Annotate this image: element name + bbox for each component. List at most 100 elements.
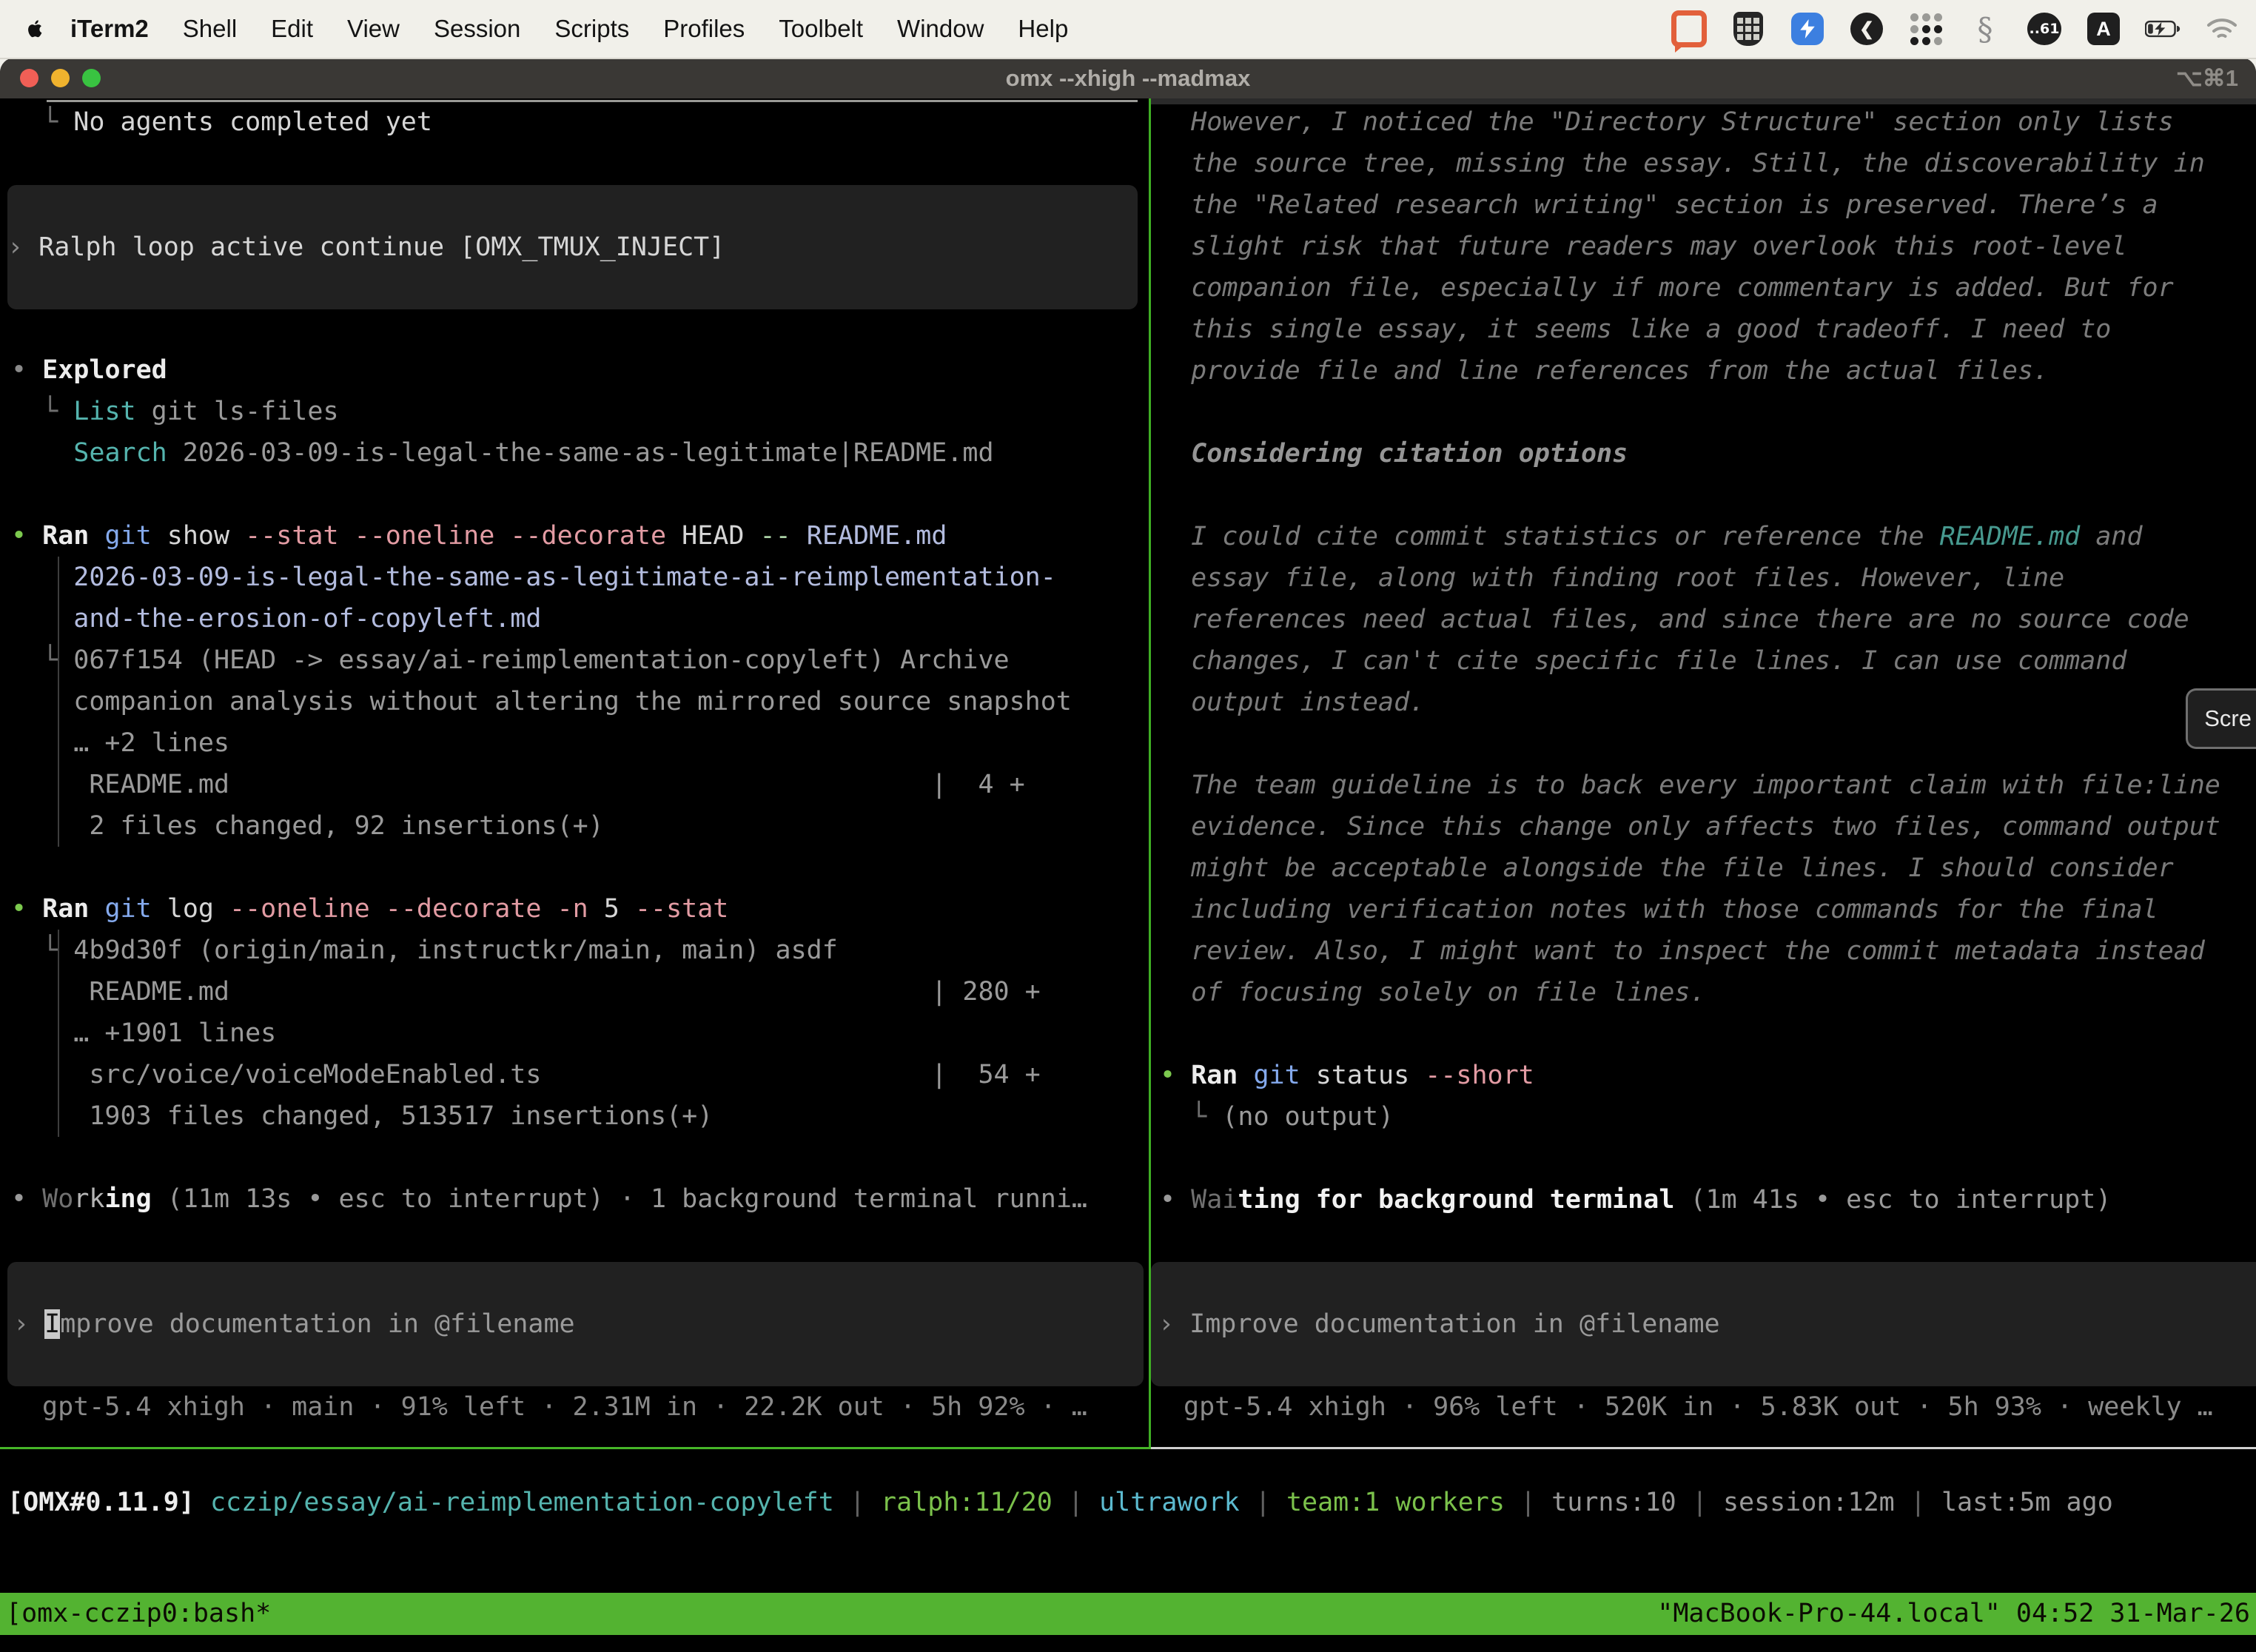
- ralph-loop-banner: › Ralph loop active continue [OMX_TMUX_I…: [7, 185, 1138, 309]
- terminal-row: provide file and line references from th…: [1160, 350, 2256, 392]
- wifi-icon[interactable]: [2204, 11, 2240, 47]
- terminal-row: 2026-03-09-is-legal-the-same-as-legitima…: [11, 557, 1149, 598]
- terminal-row: • Explored: [11, 349, 1149, 391]
- terminal-row: › Ralph loop active continue [OMX_TMUX_I…: [7, 226, 725, 268]
- terminal-row: [1160, 474, 2256, 516]
- tmux-host-time: "MacBook-Pro-44.local" 04:52 31-Mar-26: [1657, 1593, 2250, 1635]
- omx-status-bar: [OMX#0.11.9] cczip/essay/ai-reimplementa…: [7, 1482, 2256, 1523]
- terminal-row: └ 067f154 (HEAD -> essay/ai-reimplementa…: [11, 639, 1149, 681]
- menu-item-toolbelt[interactable]: Toolbelt: [762, 15, 880, 43]
- window-shortcut-badge: ⌥⌘1: [2176, 65, 2238, 92]
- right-pane-bottom-border: [1151, 1447, 2256, 1449]
- menu-item-shell[interactable]: Shell: [166, 15, 254, 43]
- bolt-app-icon[interactable]: [1790, 11, 1825, 47]
- terminal-row: The team guideline is to back every impo…: [1160, 765, 2256, 806]
- terminal-row: [1160, 392, 2256, 433]
- terminal-row: 1903 files changed, 513517 insertions(+): [11, 1095, 1149, 1137]
- terminal-row: [1160, 1138, 2256, 1179]
- terminal-row: references need actual files, and since …: [1160, 599, 2256, 640]
- menu-item-profiles[interactable]: Profiles: [646, 15, 762, 43]
- menu-item-window[interactable]: Window: [880, 15, 1001, 43]
- zoom-window-button[interactable]: [82, 69, 101, 87]
- terminal-row: • Ran git status --short: [1160, 1055, 2256, 1096]
- terminal-row: changes, I can't cite specific file line…: [1160, 640, 2256, 682]
- terminal-row: › Improve documentation in @filename: [1158, 1303, 1720, 1345]
- terminal-row: Search 2026-03-09-is-legal-the-same-as-l…: [11, 432, 1149, 474]
- terminal-row: companion analysis without altering the …: [11, 681, 1149, 722]
- terminal-row: and-the-erosion-of-copyleft.md: [11, 598, 1149, 639]
- terminal-row: [11, 1137, 1149, 1178]
- terminal-row: However, I noticed the "Directory Struct…: [1160, 101, 2256, 143]
- right-terminal-pane[interactable]: However, I noticed the "Directory Struct…: [1151, 98, 2256, 1447]
- terminal-row: └ List git ls-files: [11, 391, 1149, 432]
- left-status-line: gpt-5.4 xhigh · main · 91% left · 2.31M …: [42, 1386, 1087, 1428]
- terminal-row: I could cite commit statistics or refere…: [1160, 516, 2256, 557]
- dots-grid-icon[interactable]: [1908, 11, 1944, 47]
- terminal-row: README.md | 280 +: [11, 971, 1149, 1013]
- left-output-top: └ No agents completed yet: [0, 101, 1149, 143]
- terminal-row: └ 4b9d30f (origin/main, instructkr/main,…: [11, 930, 1149, 971]
- terminal-row: › Improve documentation in @filename: [13, 1303, 575, 1345]
- window-title-bar[interactable]: omx --xhigh --madmax ⌥⌘1: [0, 58, 2256, 98]
- chevron-circle-icon[interactable]: ❮: [1849, 11, 1884, 47]
- terminal-row: the source tree, missing the essay. Stil…: [1160, 143, 2256, 184]
- terminal-row: [1160, 723, 2256, 765]
- terminal-row: [OMX#0.11.9] cczip/essay/ai-reimplementa…: [7, 1482, 2256, 1523]
- terminal-row: [11, 474, 1149, 515]
- squiggle-icon[interactable]: §: [1967, 11, 2003, 47]
- terminal-row: the "Related research writing" section i…: [1160, 184, 2256, 226]
- terminal-row: slight risk that future readers may over…: [1160, 226, 2256, 267]
- terminal-row: └ No agents completed yet: [11, 101, 1149, 143]
- terminal-row: [1160, 1013, 2256, 1055]
- terminal-row: essay file, along with finding root file…: [1160, 557, 2256, 599]
- menu-bar-status-icons: ❮ § ..61 A: [1671, 11, 2256, 47]
- menu-item-help[interactable]: Help: [1001, 15, 1085, 43]
- terminal-row: evidence. Since this change only affects…: [1160, 806, 2256, 847]
- right-output: However, I noticed the "Directory Struct…: [1151, 101, 2256, 1220]
- menu-item-scripts[interactable]: Scripts: [537, 15, 646, 43]
- menu-item-view[interactable]: View: [330, 15, 417, 43]
- terminal-row: └ (no output): [1160, 1096, 2256, 1138]
- terminal-row: of focusing solely on file lines.: [1160, 972, 2256, 1013]
- minimize-window-button[interactable]: [51, 69, 70, 87]
- left-pane-bottom-border: [0, 1447, 1151, 1449]
- menu-item-iterm2[interactable]: iTerm2: [53, 15, 166, 43]
- terminal-row: Considering citation options: [1160, 433, 2256, 474]
- menu-item-session[interactable]: Session: [417, 15, 537, 43]
- left-prompt-text: › Improve documentation in @filename: [13, 1303, 575, 1345]
- terminal-row: … +1901 lines: [11, 1013, 1149, 1054]
- menu-bar: iTerm2ShellEditViewSessionScriptsProfile…: [0, 0, 2256, 59]
- terminal-row: • Ran git show --stat --oneline --decora…: [11, 515, 1149, 557]
- menu-items: iTerm2ShellEditViewSessionScriptsProfile…: [53, 15, 1085, 43]
- a-app-icon[interactable]: A: [2086, 11, 2121, 47]
- terminal-row: [11, 847, 1149, 888]
- ralph-loop-text: › Ralph loop active continue [OMX_TMUX_I…: [7, 226, 725, 268]
- terminal-row: 2 files changed, 92 insertions(+): [11, 805, 1149, 847]
- menu-item-edit[interactable]: Edit: [254, 15, 330, 43]
- iterm2-window: omx --xhigh --madmax ⌥⌘1 └ No agents com…: [0, 58, 2256, 1652]
- badge-61-icon[interactable]: ..61: [2027, 11, 2062, 47]
- tmux-status-bar: [omx-cczip0:bash* "MacBook-Pro-44.local"…: [0, 1593, 2256, 1635]
- chat-app-icon[interactable]: [1671, 11, 1707, 47]
- right-prompt-input[interactable]: › Improve documentation in @filename: [1151, 1262, 2256, 1386]
- window-title: omx --xhigh --madmax: [1006, 65, 1251, 92]
- terminal-row: README.md | 4 +: [11, 764, 1149, 805]
- terminal-row: … +2 lines: [11, 722, 1149, 764]
- terminal-row: this single essay, it seems like a good …: [1160, 309, 2256, 350]
- screen-edge-tooltip[interactable]: Scre: [2186, 688, 2256, 749]
- terminal-row: review. Also, I might want to inspect th…: [1160, 930, 2256, 972]
- terminal-row: src/voice/voiceModeEnabled.ts | 54 +: [11, 1054, 1149, 1095]
- right-prompt-text: › Improve documentation in @filename: [1158, 1303, 1720, 1345]
- left-prompt-input[interactable]: › Improve documentation in @filename: [7, 1262, 1144, 1386]
- terminal-row: • Working (11m 13s • esc to interrupt) ·…: [11, 1178, 1149, 1220]
- tmux-session-name: [omx-cczip0:bash*: [6, 1593, 271, 1635]
- terminal-row: output instead.: [1160, 682, 2256, 723]
- terminal-row: • Waiting for background terminal (1m 41…: [1160, 1179, 2256, 1220]
- shield-icon[interactable]: [1730, 11, 1766, 47]
- left-terminal-pane[interactable]: └ No agents completed yet › Ralph loop a…: [0, 98, 1149, 1447]
- close-window-button[interactable]: [20, 69, 38, 87]
- battery-charging-icon[interactable]: [2145, 11, 2181, 47]
- apple-menu-icon[interactable]: [25, 16, 46, 41]
- terminal-row: including verification notes with those …: [1160, 889, 2256, 930]
- right-status-line: gpt-5.4 xhigh · 96% left · 520K in · 5.8…: [1184, 1386, 2213, 1428]
